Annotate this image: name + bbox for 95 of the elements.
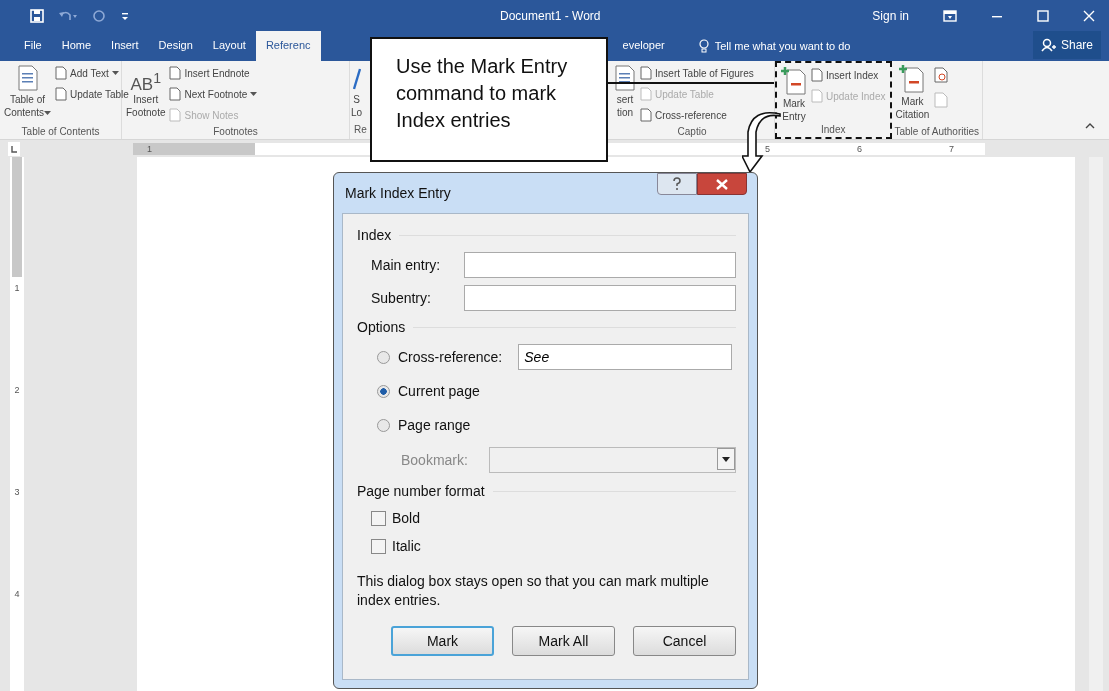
- ribbon-button[interactable]: Insert Table of Figures: [639, 65, 755, 82]
- ribbon-button[interactable]: Insert Index: [810, 67, 880, 84]
- redo-icon[interactable]: [92, 8, 106, 23]
- group-label: Captio: [676, 126, 708, 138]
- tab-stop-icon[interactable]: [8, 141, 20, 156]
- save-icon[interactable]: [30, 8, 44, 23]
- document-icon: [169, 108, 182, 123]
- field-label: Subentry:: [371, 289, 432, 306]
- ribbon-tab[interactable]: Referenc: [255, 31, 321, 62]
- document-plus-icon: [781, 67, 807, 96]
- radio-label: Current page: [398, 383, 480, 399]
- ribbon-button[interactable]: Update Table: [54, 86, 130, 103]
- document-icon: [16, 65, 39, 92]
- ruler-number: 6: [857, 143, 863, 154]
- ribbon-display-icon[interactable]: [943, 9, 957, 22]
- note-text: This dialog box stays open so that you can mark multiple index entries.: [357, 572, 710, 610]
- close-icon[interactable]: [1083, 9, 1095, 22]
- sign-in-link[interactable]: Sign in: [872, 8, 909, 23]
- help-button[interactable]: [657, 173, 697, 195]
- ruler-number: 4: [14, 589, 20, 601]
- lightbulb-icon: [698, 39, 709, 54]
- document-icon: [169, 87, 182, 102]
- group-label: Table of Authorities: [894, 126, 979, 138]
- radio-button[interactable]: [377, 384, 390, 398]
- close-button[interactable]: [697, 173, 747, 195]
- group-label: Re: [353, 124, 368, 136]
- document-icon[interactable]: [934, 67, 949, 84]
- radio-label: Page range: [398, 417, 471, 433]
- ribbon-tab[interactable]: Layout: [202, 31, 256, 62]
- radio-button[interactable]: [377, 418, 390, 432]
- radio-button[interactable]: [377, 350, 390, 364]
- checkbox-label: Bold: [392, 510, 421, 526]
- field-label: Bookmark:: [401, 452, 469, 468]
- ruler-number: 3: [14, 487, 20, 499]
- ruler-number: 7: [949, 143, 955, 154]
- ribbon-button[interactable]: Insert Endnote: [168, 65, 251, 82]
- text-field[interactable]: See: [518, 344, 733, 370]
- document-icon: [640, 66, 652, 81]
- group-label: Index: [820, 124, 847, 136]
- dialog-button[interactable]: Mark All: [512, 626, 615, 656]
- ribbon-tab[interactable]: Design: [148, 31, 203, 62]
- document-icon: [811, 68, 823, 83]
- dropdown-field[interactable]: [489, 447, 736, 473]
- ribbon-tab[interactable]: Home: [51, 31, 102, 62]
- caret-icon: [250, 91, 258, 97]
- ribbon-button[interactable]: Add Text: [54, 65, 120, 82]
- caret-icon: [44, 111, 52, 117]
- field-label: Main entry:: [371, 256, 442, 273]
- ruler-number: 1: [14, 283, 20, 295]
- maximize-icon[interactable]: [1037, 9, 1049, 22]
- document-icon: [640, 87, 652, 102]
- person-icon: [1040, 38, 1057, 53]
- radio-label: Cross-reference:: [398, 349, 503, 365]
- group-label: Footnotes: [212, 126, 259, 138]
- section-title: Index: [357, 227, 392, 243]
- ribbon-button[interactable]: Mark Citation: [894, 65, 931, 127]
- ribbon-button[interactable]: Mark Entry: [780, 67, 808, 125]
- share-button[interactable]: Share: [1032, 31, 1101, 60]
- dialog-button[interactable]: Mark: [391, 626, 494, 656]
- document-icon: [55, 66, 68, 81]
- footnote-icon: AB$^{1}$: [130, 65, 161, 92]
- ribbon-button[interactable]: S Lo: [350, 65, 364, 125]
- ribbon-button[interactable]: sert tion: [613, 65, 637, 127]
- tell-me-search[interactable]: Tell me what you want to do: [714, 40, 851, 53]
- collapse-icon[interactable]: [1085, 122, 1095, 130]
- section-title: Page number format: [357, 483, 485, 499]
- checkbox[interactable]: [371, 538, 386, 554]
- ribbon-button[interactable]: Table of Contents: [3, 65, 53, 127]
- callout-text: Use the Mark Entry command to mark Index entries: [396, 54, 569, 133]
- checkbox[interactable]: [371, 510, 386, 526]
- document-icon: [640, 108, 652, 123]
- caret-icon: [111, 70, 119, 76]
- ribbon-button[interactable]: Next Footnote: [168, 86, 259, 103]
- document-icon: [811, 89, 823, 104]
- document-icon: [55, 87, 68, 102]
- document-icon: [169, 66, 182, 81]
- close-icon: [716, 178, 728, 190]
- ruler-number: 2: [14, 385, 20, 397]
- text-field[interactable]: [464, 284, 736, 311]
- ribbon-tab[interactable]: Insert: [101, 31, 149, 62]
- section-title: Options: [357, 319, 406, 335]
- window-title: Document1 - Word: [500, 8, 602, 23]
- help-icon: [672, 177, 682, 191]
- ribbon-tab[interactable]: File: [14, 31, 52, 62]
- text-field[interactable]: [464, 251, 736, 278]
- ribbon-button[interactable]: Cross-reference: [639, 107, 728, 124]
- checkbox-label: Italic: [392, 538, 421, 554]
- ribbon-tab[interactable]: eveloper: [612, 31, 675, 62]
- ruler-number: 1: [147, 143, 152, 154]
- group-label: Table of Contents: [20, 126, 101, 138]
- dialog-title: Mark Index Entry: [345, 185, 452, 201]
- ruler-number: 5: [765, 143, 771, 154]
- dialog-button[interactable]: Cancel: [633, 626, 736, 656]
- document-icon: [614, 65, 636, 92]
- document-plus-icon: [899, 65, 926, 94]
